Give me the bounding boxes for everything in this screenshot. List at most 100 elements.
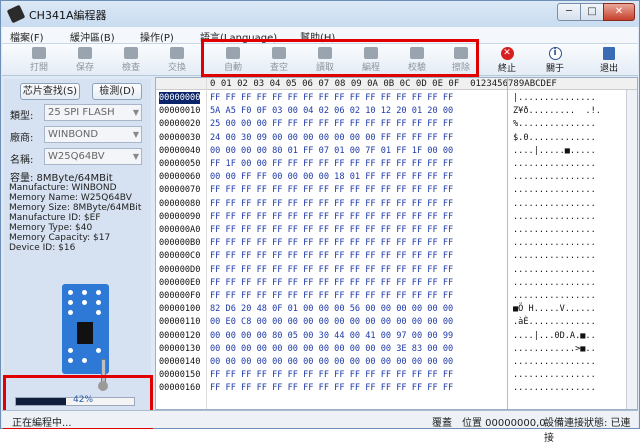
tool-check-button[interactable]: 檢查	[112, 45, 150, 75]
hex-ascii: ................	[513, 264, 596, 275]
tool-stop-button[interactable]: ✕ 終止	[488, 45, 526, 75]
hex-address: 00000130	[159, 343, 201, 354]
hex-address: 00000030	[159, 132, 201, 143]
app-window: CH341A編程器 ─ □ ✕ 檔案(F) 緩沖區(B) 操作(P) 語言(La…	[0, 0, 640, 444]
hex-address: 00000110	[159, 317, 201, 328]
vendor-select[interactable]: WINBOND ▼	[44, 126, 142, 143]
close-button[interactable]: ✕	[603, 3, 635, 21]
tool-exit-button[interactable]: 退出	[590, 45, 628, 75]
chevron-down-icon: ▼	[132, 152, 139, 161]
hex-ascii: $.0.............	[513, 132, 596, 143]
menu-operation[interactable]: 操作(P)	[140, 29, 174, 44]
hex-address: 000000F0	[159, 291, 201, 301]
hex-ascii: ................	[513, 172, 596, 183]
hex-address: 00000060	[159, 172, 201, 183]
hex-ascii: |...............	[513, 93, 596, 103]
hex-address: 00000120	[159, 330, 201, 341]
hex-ascii: ................	[513, 291, 596, 301]
hex-bytes[interactable]: 25 00 00 00 FF FF FF FF FF FF FF FF FF F…	[210, 118, 453, 130]
menu-file[interactable]: 檔案(F)	[10, 29, 44, 44]
hex-bytes[interactable]: FF FF FF FF FF FF FF FF FF FF FF FF FF F…	[210, 382, 453, 394]
hex-bytes[interactable]: 00 00 00 00 00 00 00 00 00 00 00 00 00 0…	[210, 356, 453, 368]
hex-ascii: ■Ö H.....V......	[513, 304, 596, 315]
hex-address: 00000140	[159, 357, 201, 367]
hex-address: 00000050	[159, 159, 201, 169]
hex-bytes[interactable]: FF FF FF FF FF FF FF FF FF FF FF FF FF F…	[210, 211, 453, 223]
chip-search-button[interactable]: 芯片查找(S)	[20, 83, 80, 100]
chevron-down-icon: ▼	[132, 130, 139, 139]
hex-address: 000000D0	[159, 264, 201, 275]
chip-info-line: Manufacture ID: $EF	[9, 213, 101, 223]
chip-info-line: Device ID: $16	[9, 243, 76, 253]
hex-bytes[interactable]: FF FF FF FF FF FF FF FF FF FF FF FF FF F…	[210, 237, 453, 249]
hex-bytes[interactable]: FF FF FF FF FF FF FF FF FF FF FF FF FF F…	[210, 250, 453, 262]
chip-info-line: Memory Name: W25Q64BV	[9, 193, 132, 203]
hex-bytes[interactable]: 00 00 00 00 00 00 00 00 00 00 00 00 3E 8…	[210, 343, 453, 355]
hex-address: 00000070	[159, 185, 201, 196]
hex-editor[interactable]: 0 01 02 03 04 05 06 07 08 09 0A 0B 0C 0D…	[155, 77, 638, 410]
hex-bytes[interactable]: FF FF FF FF FF FF FF FF FF FF FF FF FF F…	[210, 264, 453, 276]
chip-info-line: Memory Size: 8MByte/64MBit	[9, 203, 142, 213]
save-icon	[78, 47, 92, 59]
title-bar[interactable]: CH341A編程器 ─ □ ✕	[1, 1, 639, 27]
maximize-button[interactable]: □	[580, 3, 604, 21]
chip-info-line: Memory Type: $40	[9, 223, 93, 233]
hex-bytes[interactable]: FF FF FF FF FF FF FF FF FF FF FF FF FF F…	[210, 290, 453, 302]
hex-bytes[interactable]: FF FF FF FF FF FF FF FF FF FF FF FF FF F…	[210, 369, 453, 381]
hex-bytes[interactable]: 00 E0 C8 00 00 00 00 00 00 00 00 00 00 0…	[210, 316, 453, 328]
check-icon	[124, 47, 138, 59]
detect-button[interactable]: 檢測(D)	[92, 83, 142, 100]
hex-address: 00000040	[159, 145, 201, 156]
hex-address: 000000E0	[159, 277, 201, 288]
hex-bytes[interactable]: 00 00 00 00 80 05 00 30 44 00 41 00 97 0…	[210, 330, 453, 342]
hex-bytes[interactable]: 00 00 FF FF 00 00 00 00 18 01 FF FF FF F…	[210, 171, 453, 183]
tool-save-button[interactable]: 保存	[66, 45, 104, 75]
hex-address: 00000160	[159, 383, 201, 394]
hex-bytes[interactable]: FF 1F 00 00 FF FF FF FF FF FF FF FF FF F…	[210, 158, 453, 170]
hex-ascii: %...............	[513, 119, 596, 130]
hex-ascii: .àÈ.............	[513, 317, 596, 328]
left-panel: 芯片查找(S) 檢測(D) 類型: 25 SPI FLASH ▼ 廠商: WINB…	[4, 79, 151, 410]
hex-ascii: ................	[513, 251, 596, 262]
hex-ascii: ....|...0D.A.■..	[513, 330, 596, 341]
hex-address: 00000000	[159, 92, 201, 104]
status-mode: 覆蓋	[432, 418, 452, 429]
type-select[interactable]: 25 SPI FLASH ▼	[44, 104, 142, 121]
hex-bytes[interactable]: FF FF FF FF FF FF FF FF FF FF FF FF FF F…	[210, 184, 453, 196]
highlight-box-toolbar	[201, 39, 479, 77]
swap-icon	[170, 47, 184, 59]
hex-ascii: ................	[513, 277, 596, 288]
hex-bytes[interactable]: FF FF FF FF FF FF FF FF FF FF FF FF FF F…	[210, 92, 453, 104]
tool-about-button[interactable]: i 關于	[536, 45, 574, 75]
hex-divider	[507, 78, 508, 409]
hex-address-divider	[206, 78, 207, 409]
tool-swap-button[interactable]: 交換	[158, 45, 196, 75]
status-message: 正在編程中...	[12, 418, 72, 429]
exit-icon	[603, 47, 615, 60]
hex-ascii: Z¥ð......... .!.	[513, 106, 601, 117]
folder-icon	[32, 47, 46, 59]
status-bar: 正在編程中... 覆蓋 位置 00000000,0 設備連接狀態: 已連接	[2, 410, 638, 444]
minimize-button[interactable]: ─	[557, 3, 581, 21]
hex-address: 00000010	[159, 106, 201, 117]
hex-scrollbar[interactable]	[626, 90, 637, 409]
hex-bytes[interactable]: FF FF FF FF FF FF FF FF FF FF FF FF FF F…	[210, 277, 453, 289]
hex-bytes[interactable]: 24 00 30 09 00 00 00 00 00 00 00 FF FF F…	[210, 132, 453, 144]
hex-bytes[interactable]: FF FF FF FF FF FF FF FF FF FF FF FF FF F…	[210, 198, 453, 210]
hex-ascii: ................	[513, 211, 596, 222]
name-select[interactable]: W25Q64BV ▼	[44, 148, 142, 165]
hex-bytes[interactable]: 5A A5 F0 0F 03 00 04 02 06 02 10 12 20 0…	[210, 105, 453, 117]
menu-buffer[interactable]: 緩沖區(B)	[70, 29, 115, 44]
stop-icon: ✕	[500, 47, 514, 60]
tool-open-button[interactable]: 打開	[20, 45, 58, 75]
chip-info-line: Manufacture: WINBOND	[9, 183, 117, 193]
hex-bytes[interactable]: FF FF FF FF FF FF FF FF FF FF FF FF FF F…	[210, 224, 453, 236]
hex-bytes[interactable]: 00 00 00 00 80 01 FF 07 01 00 7F 01 FF 1…	[210, 145, 453, 157]
hex-ascii: ................	[513, 225, 596, 235]
hex-ascii: ................	[513, 383, 596, 394]
hex-address: 000000C0	[159, 251, 201, 262]
hex-ascii: ................	[513, 357, 596, 367]
hex-address: 00000090	[159, 211, 201, 222]
hex-bytes[interactable]: 82 D6 20 48 0F 01 00 00 00 56 00 00 00 0…	[210, 303, 453, 315]
capacity-text: 容量: 8MByte/64MBit	[10, 173, 113, 184]
